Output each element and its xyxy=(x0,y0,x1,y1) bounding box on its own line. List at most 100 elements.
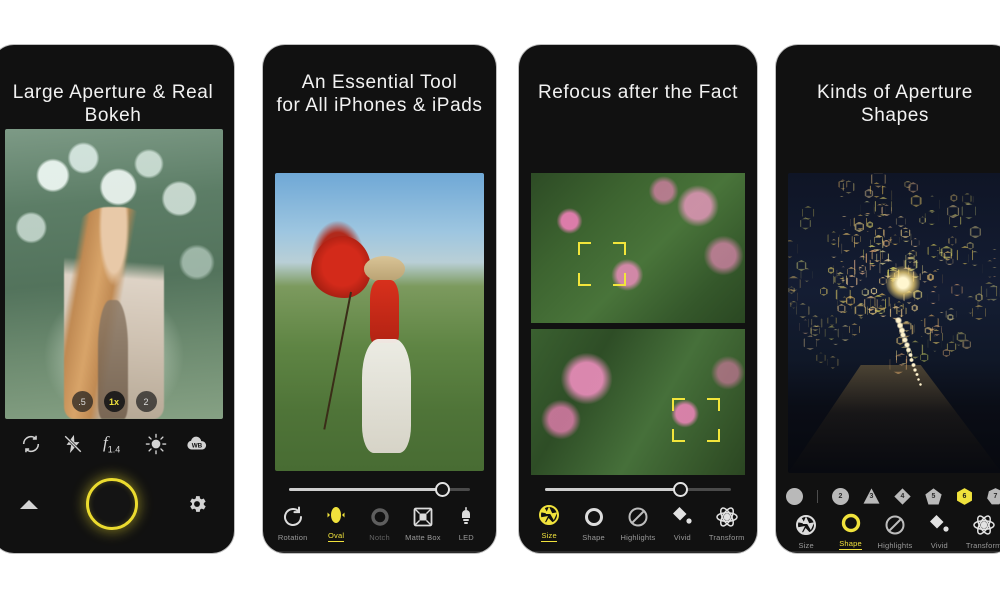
tool-row-bokeh: Size Shape Highlights Vivid Transform xyxy=(784,511,1000,550)
aperture-f-number: 1.4 xyxy=(107,444,121,455)
shape-chip-4[interactable]: 4 xyxy=(894,488,911,505)
tool-label: Matte Box xyxy=(405,533,441,542)
screenshot-gallery: Large Aperture & Real Bokeh .5 1x 2 f1.4… xyxy=(0,0,1000,600)
tool-vivid[interactable]: Vivid xyxy=(660,505,704,542)
editor-tabbar: APERTURE xyxy=(528,551,748,553)
tool-label: Shape xyxy=(582,533,605,542)
shape-chip-7[interactable]: 7 xyxy=(987,488,1000,505)
phone-camera-headline: Large Aperture & Real Bokeh xyxy=(12,82,214,126)
tool-rotation[interactable]: Rotation xyxy=(271,505,314,542)
tool-transform[interactable]: Transform xyxy=(705,505,749,542)
viewfinder-subject xyxy=(63,207,165,419)
hex-bokeh-layer xyxy=(788,173,1000,473)
tool-label: Size xyxy=(798,541,814,550)
subject-top xyxy=(370,280,399,343)
expand-tray-icon[interactable] xyxy=(20,499,38,509)
focus-bracket-bottom[interactable] xyxy=(672,397,721,442)
tool-matte-box[interactable]: Matte Box xyxy=(401,505,444,542)
tool-label: LED xyxy=(458,533,474,542)
tool-notch[interactable]: Notch xyxy=(358,505,401,542)
focus-slider[interactable] xyxy=(545,482,731,497)
size-aperture-icon xyxy=(794,513,818,537)
transform-icon xyxy=(972,513,996,537)
flash-off-icon[interactable] xyxy=(62,433,84,455)
tool-led[interactable]: LED xyxy=(445,505,488,542)
refocus-photo-bottom[interactable] xyxy=(531,329,745,475)
subject-skirt xyxy=(361,339,411,454)
shape-chip-3[interactable]: 3 xyxy=(863,488,880,504)
zoom-pill-1x[interactable]: 1x xyxy=(103,391,125,412)
shape-circle-icon xyxy=(582,505,606,529)
tool-vivid[interactable]: Vivid xyxy=(917,513,961,550)
shape-picker-row: 2 3 4 5 6 7 xyxy=(786,488,1000,505)
tool-transform[interactable]: Transform xyxy=(962,513,1000,550)
rotation-icon xyxy=(281,505,305,529)
camera-icon-row: f1.4 WB xyxy=(6,433,222,455)
tool-label: Rotation xyxy=(277,533,308,542)
subject-hat xyxy=(363,256,406,282)
tool-highlights[interactable]: Highlights xyxy=(616,505,660,542)
bokeh-night-photo[interactable] xyxy=(788,173,1000,473)
tool-label: Transform xyxy=(965,541,1000,550)
shape-divider xyxy=(817,490,818,503)
camera-shutter-row xyxy=(6,473,222,535)
tool-row-bokeh: Size Shape Highlights Vivid Transform xyxy=(527,503,749,542)
aperture-value-icon[interactable]: f1.4 xyxy=(103,433,125,455)
transform-icon xyxy=(715,505,739,529)
tool-label: Vivid xyxy=(930,541,948,550)
poppy-stem xyxy=(323,291,353,430)
tool-oval[interactable]: Oval xyxy=(314,503,357,542)
focus-bracket-top[interactable] xyxy=(578,242,627,286)
zoom-pill-2x[interactable]: 2 xyxy=(135,391,157,412)
led-icon xyxy=(454,505,478,529)
tool-label: Highlights xyxy=(620,533,656,542)
tool-label: Size xyxy=(541,531,557,542)
refocus-photo-top[interactable] xyxy=(531,173,745,323)
tool-size[interactable]: Size xyxy=(527,503,571,542)
tool-row-shape: Rotation Oval Notch Matte Box LED xyxy=(271,503,488,542)
white-balance-icon[interactable]: WB xyxy=(186,433,208,455)
size-aperture-icon xyxy=(537,503,561,527)
vivid-paint-icon xyxy=(670,505,694,529)
matte-box-icon xyxy=(411,505,435,529)
tool-shape[interactable]: Shape xyxy=(572,505,616,542)
phone-essential-tool: An Essential Tool for All iPhones & iPad… xyxy=(263,45,496,553)
vivid-paint-icon xyxy=(927,513,951,537)
phone-refocus-headline: Refocus after the Fact xyxy=(537,82,739,103)
tool-highlights[interactable]: Highlights xyxy=(873,513,917,550)
tool-label: Notch xyxy=(369,533,390,542)
phone-shapes-headline: Kinds of Aperture Shapes xyxy=(817,82,973,126)
highlights-icon xyxy=(626,505,650,529)
photo-subject xyxy=(361,256,415,454)
phone-camera: Large Aperture & Real Bokeh .5 1x 2 f1.4… xyxy=(0,45,234,553)
aperture-slider[interactable] xyxy=(289,482,470,497)
editor-tabbar: APERTURE xyxy=(272,551,487,553)
tool-label: Oval xyxy=(327,531,345,542)
phone-aperture-shapes: Kinds of Aperture Shapes 2 3 4 5 6 7 Siz… xyxy=(776,45,1000,553)
settings-gear-icon[interactable] xyxy=(186,493,208,515)
shape-circle-icon xyxy=(839,511,863,535)
shape-chip-circle[interactable] xyxy=(786,488,803,505)
editor-photo-poppy[interactable] xyxy=(275,173,484,471)
oval-icon xyxy=(324,503,348,527)
notch-icon xyxy=(368,505,392,529)
zoom-pill-half[interactable]: .5 xyxy=(71,391,93,412)
camera-viewfinder[interactable]: .5 1x 2 xyxy=(5,129,223,419)
tool-label: Highlights xyxy=(877,541,913,550)
tool-size[interactable]: Size xyxy=(784,513,828,550)
tool-label: Shape xyxy=(839,539,862,550)
shutter-button[interactable] xyxy=(86,478,138,530)
svg-text:WB: WB xyxy=(192,443,203,450)
shape-chip-5[interactable]: 5 xyxy=(925,488,942,505)
brightness-icon[interactable] xyxy=(145,433,167,455)
flip-camera-icon[interactable] xyxy=(20,433,42,455)
phone-refocus: Refocus after the Fact Size Shape Highli… xyxy=(519,45,757,553)
tool-shape[interactable]: Shape xyxy=(829,511,873,550)
shape-chip-2[interactable]: 2 xyxy=(832,488,849,505)
phone-essential-headline: An Essential Tool for All iPhones & iPad… xyxy=(276,72,483,116)
tool-label: Vivid xyxy=(673,533,691,542)
editor-tabbar: APERTURE xyxy=(785,551,1000,553)
zoom-pill-group: .5 1x 2 xyxy=(5,391,223,412)
shape-chip-6[interactable]: 6 xyxy=(957,488,972,505)
highlights-icon xyxy=(883,513,907,537)
